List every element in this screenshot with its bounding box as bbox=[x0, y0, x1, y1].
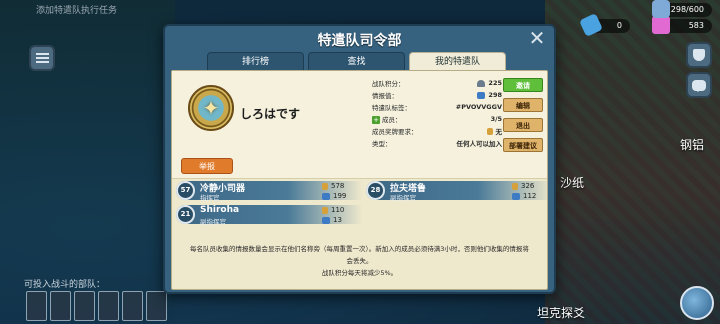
member-row[interactable]: 57 冷静小司器 指挥官 578 199 bbox=[176, 181, 362, 202]
intel-icon bbox=[322, 216, 330, 224]
resource-intel: 298/600 bbox=[652, 0, 712, 18]
member-level: 28 bbox=[366, 181, 385, 200]
side-button-upper[interactable] bbox=[686, 42, 712, 68]
close-icon: ✕ bbox=[528, 26, 546, 50]
member-name: Shiroha bbox=[200, 205, 240, 215]
member-rank: 副指挥官 bbox=[200, 218, 226, 226]
map-label-3: 坦克探爻 bbox=[537, 306, 586, 320]
edit-button[interactable]: 编辑 bbox=[503, 98, 543, 112]
stat-value: #PVOVVGGV bbox=[455, 103, 502, 111]
helmet-icon bbox=[477, 79, 486, 87]
stat-row-members: + 成员： 3/5 bbox=[372, 113, 502, 125]
resource-gem: 583 bbox=[652, 16, 712, 34]
stat-value: 任何人可以加入 bbox=[456, 140, 503, 148]
member-values: 326 112 bbox=[512, 181, 536, 201]
squad-label: 可投入战斗的部队： bbox=[24, 280, 106, 290]
close-button[interactable]: ✕ bbox=[528, 28, 546, 48]
shield-icon bbox=[693, 49, 705, 61]
member-values: 110 13 bbox=[322, 205, 344, 225]
menu-button[interactable] bbox=[29, 45, 55, 71]
stat-label: 战队积分： bbox=[372, 80, 405, 88]
medal-icon bbox=[322, 206, 328, 214]
stat-label: 特遣队标签： bbox=[372, 104, 411, 112]
intel-icon bbox=[322, 192, 330, 200]
intel-card-icon bbox=[652, 0, 670, 18]
stat-label: 情报值： bbox=[372, 92, 398, 100]
member-medals: 326 bbox=[521, 182, 535, 190]
map-label-1: 钢铝 bbox=[680, 138, 705, 152]
task-force-panel: 特遣队司令部 ✕ 排行榜 查找 我的特遣队 ✦ 举报 しろはです 战队积分： 2… bbox=[163, 24, 556, 294]
team-name: しろはです bbox=[240, 107, 301, 121]
tab-content: ✦ 举报 しろはです 战队积分： 225 情报值： 298 特遣队标签： #PV… bbox=[171, 70, 552, 290]
stat-label: 类型： bbox=[372, 140, 392, 148]
squad-slot[interactable] bbox=[122, 291, 143, 321]
intel-icon bbox=[477, 91, 486, 99]
stat-value: 298 bbox=[488, 91, 502, 99]
map-label-2: 沙纸 bbox=[560, 176, 585, 190]
team-stats: 战队积分： 225 情报值： 298 特遣队标签： #PVOVVGGV + 成员：… bbox=[372, 77, 502, 149]
leave-button[interactable]: 退出 bbox=[503, 118, 543, 132]
stat-label: 成员： bbox=[382, 116, 402, 124]
squad-slot[interactable] bbox=[26, 291, 47, 321]
chat-icon bbox=[692, 79, 706, 92]
stat-row-medal-req: 成员奖牌要求： 无 bbox=[372, 125, 502, 137]
stat-value: 3/5 bbox=[490, 115, 502, 123]
team-info: ✦ 举报 しろはです 战队积分： 225 情报值： 298 特遣队标签： #PV… bbox=[172, 71, 547, 179]
member-values: 578 199 bbox=[322, 181, 346, 201]
squad-slots bbox=[26, 291, 167, 321]
resource-crystal: 0 bbox=[579, 13, 630, 37]
squad-slot[interactable] bbox=[74, 291, 95, 321]
tab-search[interactable]: 查找 bbox=[308, 52, 405, 70]
plus-icon[interactable]: + bbox=[372, 116, 380, 124]
emblem-star-icon: ✦ bbox=[202, 96, 220, 120]
member-medals: 578 bbox=[331, 182, 345, 190]
invite-button[interactable]: 邀请 bbox=[503, 78, 543, 92]
deploy-advice-button[interactable]: 部署建议 bbox=[503, 138, 543, 152]
squad-slot[interactable] bbox=[98, 291, 119, 321]
squad-slot[interactable] bbox=[50, 291, 71, 321]
stat-value: 225 bbox=[488, 79, 502, 87]
note-intel: 每名队员收集的情报数量会显示在他们名称旁（每周重置一次）。新加入的成员必须待满3… bbox=[190, 245, 529, 265]
team-emblem: ✦ bbox=[182, 77, 240, 137]
resource-intel-value: 298/600 bbox=[670, 5, 704, 14]
member-intel: 112 bbox=[523, 192, 537, 200]
top-hint-text: 添加特遣队执行任务 bbox=[36, 6, 118, 16]
member-medals: 110 bbox=[331, 206, 345, 214]
note-points: 战队积分每天将减少5%。 bbox=[321, 269, 398, 277]
panel-title: 特遣队司令部 bbox=[317, 33, 402, 49]
notes: 每名队员收集的情报数量会显示在他们名称旁（每周重置一次）。新加入的成员必须待满3… bbox=[172, 243, 547, 279]
resource-gem-value: 583 bbox=[688, 21, 704, 30]
medal-icon bbox=[322, 182, 328, 190]
member-level: 57 bbox=[176, 181, 195, 200]
stat-label: 成员奖牌要求： bbox=[372, 128, 418, 136]
globe-button[interactable] bbox=[680, 286, 714, 320]
member-intel: 13 bbox=[333, 216, 342, 224]
resource-crystal-value: 0 bbox=[616, 21, 622, 30]
pink-gem-icon bbox=[652, 16, 670, 34]
stat-row-points: 战队积分： 225 bbox=[372, 77, 502, 89]
member-level: 21 bbox=[176, 205, 195, 224]
member-rank: 副指挥官 bbox=[390, 194, 416, 202]
medal-icon bbox=[512, 182, 518, 190]
team-actions: 邀请 编辑 退出 部署建议 bbox=[503, 78, 543, 152]
stat-row-tag: 特遣队标签： #PVOVVGGV bbox=[372, 101, 502, 113]
member-rank: 指挥官 bbox=[200, 194, 220, 202]
stat-value: 无 bbox=[495, 128, 503, 136]
tab-leaderboard[interactable]: 排行榜 bbox=[207, 52, 304, 70]
member-row[interactable]: 21 Shiroha 副指挥官 110 13 bbox=[176, 205, 362, 226]
stat-row-type: 类型： 任何人可以加入 bbox=[372, 137, 502, 149]
member-intel: 199 bbox=[333, 192, 347, 200]
stat-row-intel: 情报值： 298 bbox=[372, 89, 502, 101]
member-row[interactable]: 28 拉夫塔鲁 副指挥官 326 112 bbox=[366, 181, 552, 202]
report-button[interactable]: 举报 bbox=[181, 158, 233, 174]
tab-bar: 排行榜 查找 我的特遣队 bbox=[207, 52, 506, 71]
squad-slot[interactable] bbox=[146, 291, 167, 321]
chat-button[interactable] bbox=[686, 72, 712, 98]
medal-icon bbox=[486, 127, 493, 135]
intel-icon bbox=[512, 192, 520, 200]
menu-icon bbox=[35, 51, 49, 65]
tab-my-task-force[interactable]: 我的特遣队 bbox=[409, 52, 506, 71]
